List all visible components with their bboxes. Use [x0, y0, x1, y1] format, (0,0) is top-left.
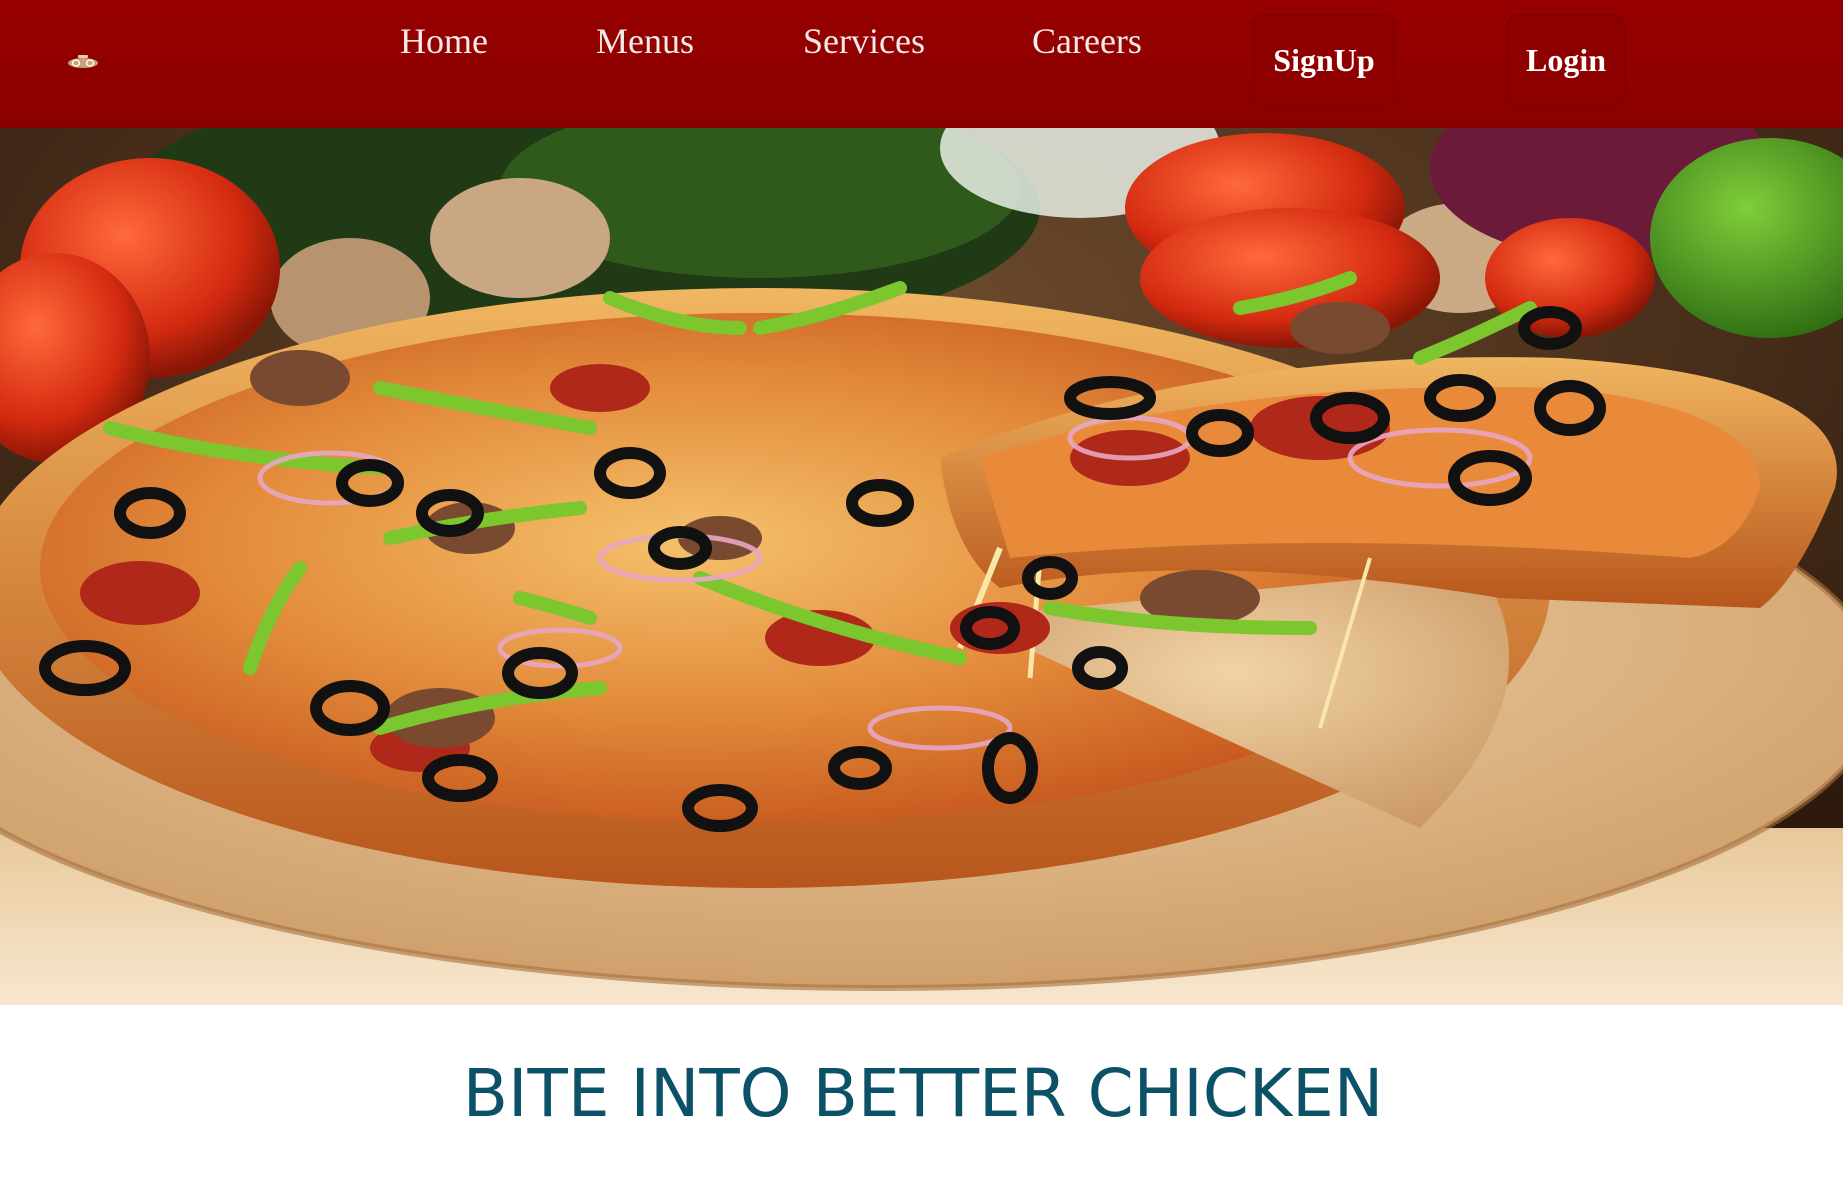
headline: BITE INTO BETTER CHICKEN: [462, 1055, 1384, 1132]
nav-link-services[interactable]: Services: [803, 18, 925, 64]
login-button[interactable]: Login: [1506, 14, 1626, 106]
nav-link-menus[interactable]: Menus: [596, 18, 694, 64]
pizza-logo-icon[interactable]: [66, 52, 100, 70]
page: Home Menus Services Careers SignUp Login: [0, 0, 1846, 1201]
signup-button[interactable]: SignUp: [1252, 14, 1396, 106]
navbar: Home Menus Services Careers SignUp Login: [0, 0, 1843, 128]
nav-link-home[interactable]: Home: [400, 18, 488, 64]
nav-link-careers[interactable]: Careers: [1032, 18, 1142, 64]
hero-pizza-image: [0, 128, 1843, 1005]
